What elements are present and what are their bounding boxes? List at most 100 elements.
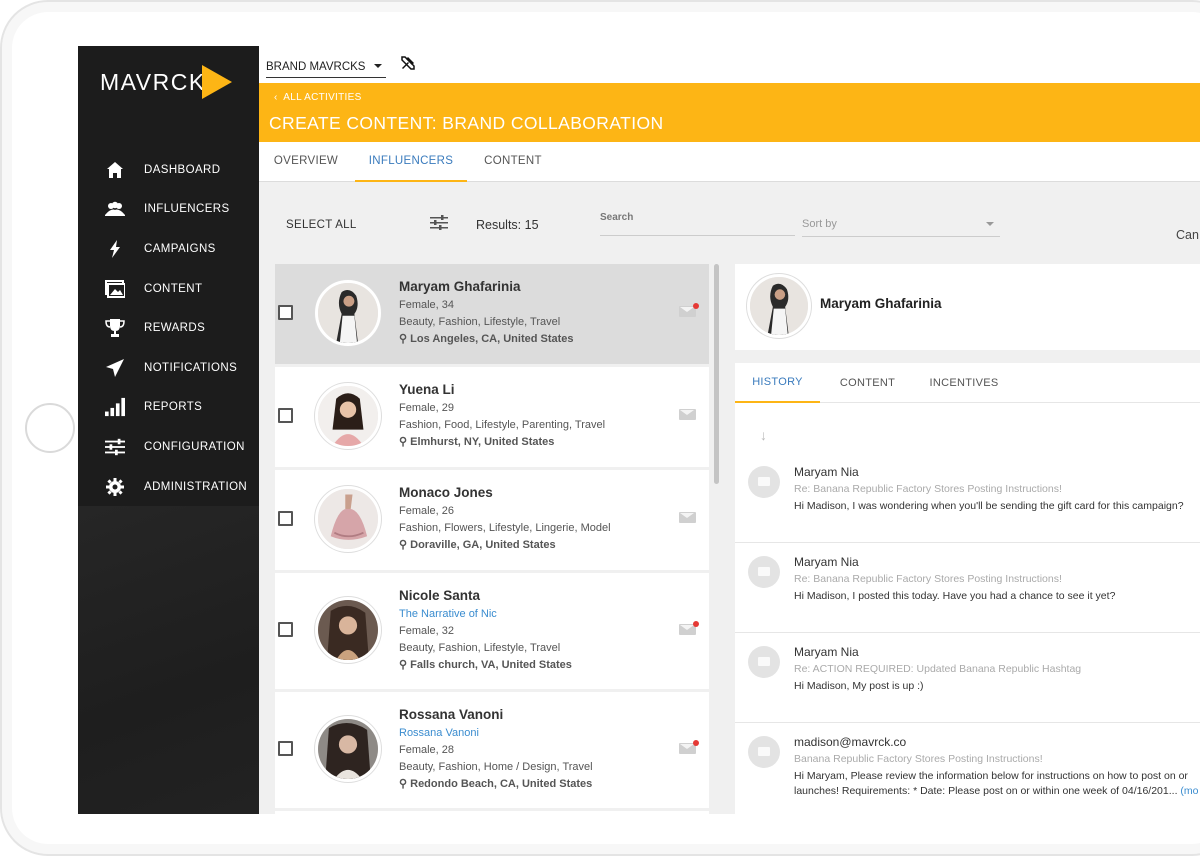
lightning-icon [105, 239, 125, 259]
sidebar-item-reports[interactable]: REPORTS [78, 388, 259, 428]
sidebar-item-label: DASHBOARD [144, 163, 221, 176]
brand-select-value: BRAND MAVRCKS [266, 60, 366, 73]
home-icon [105, 160, 125, 180]
message-body: Hi Maryam, Please review the information… [794, 770, 1188, 782]
sidebar-item-administration[interactable]: ADMINISTRATION [78, 467, 259, 507]
sidebar-item-label: CONFIGURATION [144, 440, 245, 453]
influencer-categories: Beauty, Fashion, Home / Design, Travel [399, 761, 593, 773]
influencer-checkbox[interactable] [278, 622, 293, 637]
message-sender: madison@mavrck.co [794, 735, 907, 749]
message-item[interactable]: Maryam Nia Re: Banana Republic Factory S… [735, 453, 1200, 543]
page-title: CREATE CONTENT: BRAND COLLABORATION [269, 113, 664, 133]
tab-history[interactable]: HISTORY [735, 363, 820, 403]
sidebar-item-notifications[interactable]: NOTIFICATIONS [78, 348, 259, 388]
sort-select[interactable]: Sort by [802, 209, 1000, 237]
sidebar-item-dashboard[interactable]: DASHBOARD [78, 150, 259, 190]
back-link-label: ALL ACTIVITIES [283, 92, 362, 103]
avatar [315, 486, 381, 552]
influencer-location: ⚲ Elmhurst, NY, United States [399, 435, 554, 448]
influencer-checkbox[interactable] [278, 511, 293, 526]
filter-sliders-icon[interactable] [430, 215, 448, 233]
influencer-checkbox[interactable] [278, 408, 293, 423]
paper-plane-icon [105, 358, 125, 378]
influencer-card[interactable]: Monaco Jones Female, 26 Fashion, Flowers… [275, 470, 709, 570]
influencer-location: ⚲ Redondo Beach, CA, United States [399, 777, 592, 790]
mail-icon[interactable] [679, 740, 699, 754]
unread-dot [693, 621, 699, 627]
message-sender: Maryam Nia [794, 555, 859, 569]
tools-icon[interactable] [401, 56, 415, 73]
select-all-button[interactable]: SELECT ALL [286, 219, 357, 231]
scrollbar-thumb[interactable] [714, 264, 719, 484]
tab-incentives[interactable]: INCENTIVES [919, 363, 1009, 403]
detail-tabs: HISTORY CONTENT INCENTIVES [735, 363, 1200, 403]
profile-name: Maryam Ghafarinia [820, 296, 942, 311]
message-body: Hi Madison, My post is up :) [794, 680, 924, 692]
message-item[interactable]: madison@mavrck.co Banana Republic Factor… [735, 723, 1200, 814]
tab-content[interactable]: CONTENT [477, 142, 549, 180]
sidebar-item-configuration[interactable]: CONFIGURATION [78, 427, 259, 467]
influencer-location: ⚲ Los Angeles, CA, United States [399, 332, 574, 345]
message-body: Hi Madison, I posted this today. Have yo… [794, 590, 1116, 602]
people-icon [105, 199, 125, 219]
mail-icon[interactable] [679, 512, 696, 523]
influencer-blog-link[interactable]: Rossana Vanoni [399, 727, 479, 739]
back-link[interactable]: ‹ ALL ACTIVITIES [274, 92, 362, 103]
envelope-icon [748, 646, 780, 678]
sort-select-placeholder: Sort by [802, 218, 837, 230]
mail-icon[interactable] [679, 621, 699, 635]
influencer-categories: Fashion, Flowers, Lifestyle, Lingerie, M… [399, 522, 611, 534]
caret-down-icon [986, 222, 994, 226]
tab-overview[interactable]: OVERVIEW [267, 142, 345, 180]
influencer-card[interactable]: Yuena Li Female, 29 Fashion, Food, Lifes… [275, 367, 709, 467]
brand-select[interactable]: BRAND MAVRCKS [266, 56, 386, 78]
sidebar-item-campaigns[interactable]: CAMPAIGNS [78, 229, 259, 269]
cancel-button[interactable]: Can [1176, 228, 1199, 242]
influencer-gender-age: Female, 26 [399, 505, 455, 517]
message-subject: Banana Republic Factory Stores Posting I… [794, 753, 1043, 765]
tab-content[interactable]: CONTENT [828, 363, 907, 403]
sidebar-item-content[interactable]: CONTENT [78, 269, 259, 309]
influencer-location: ⚲ Falls church, VA, United States [399, 658, 572, 671]
sidebar-item-label: NOTIFICATIONS [144, 361, 238, 374]
influencer-card[interactable]: Maryam Ghafarinia Female, 34 Beauty, Fas… [275, 264, 709, 364]
sidebar-item-rewards[interactable]: REWARDS [78, 308, 259, 348]
list-toolbar: SELECT ALL Results: 15 Sort by Can [259, 182, 1200, 264]
sort-direction-arrow-icon[interactable]: ↓ [760, 427, 767, 443]
sidebar-item-influencers[interactable]: INFLUENCERS [78, 190, 259, 230]
message-item[interactable]: Maryam Nia Re: ACTION REQUIRED: Updated … [735, 633, 1200, 723]
avatar [747, 274, 811, 338]
influencer-card[interactable]: Nicole Santa The Narrative of Nic Female… [275, 573, 709, 689]
tab-influencers[interactable]: INFLUENCERS [355, 142, 467, 182]
influencer-checkbox[interactable] [278, 305, 293, 320]
mail-icon[interactable] [679, 303, 699, 317]
influencer-card[interactable]: Rossana Vanoni Rossana Vanoni Female, 28… [275, 692, 709, 808]
sidebar-item-label: REWARDS [144, 322, 206, 335]
influencer-card[interactable] [275, 811, 709, 814]
influencer-name: Maryam Ghafarinia [399, 279, 521, 294]
envelope-icon [748, 466, 780, 498]
influencer-list: Maryam Ghafarinia Female, 34 Beauty, Fas… [275, 264, 709, 814]
mavrck-logo[interactable]: MAVRCK [100, 64, 232, 100]
app-screen: MAVRCK DASHBOARD INFLUENCERS CAMPAIGNS C… [78, 46, 1200, 814]
mail-icon[interactable] [679, 409, 696, 420]
selected-profile-card: Maryam Ghafarinia [735, 264, 1200, 350]
top-bar: BRAND MAVRCKS [259, 46, 1200, 83]
influencer-blog-link[interactable]: The Narrative of Nic [399, 608, 497, 620]
sliders-icon [105, 437, 125, 457]
list-scrollbar[interactable] [713, 264, 721, 814]
unread-dot [693, 740, 699, 746]
sidebar-item-label: INFLUENCERS [144, 203, 230, 216]
message-item[interactable]: Maryam Nia Re: Banana Republic Factory S… [735, 543, 1200, 633]
influencer-gender-age: Female, 32 [399, 625, 455, 637]
trophy-icon [105, 318, 125, 338]
sidebar-background-texture [78, 506, 259, 814]
page-header: ‹ ALL ACTIVITIES CREATE CONTENT: BRAND C… [259, 83, 1200, 142]
search-input[interactable] [600, 208, 795, 236]
influencer-checkbox[interactable] [278, 741, 293, 756]
influencer-name: Monaco Jones [399, 485, 493, 500]
read-more-link[interactable]: (mo [1180, 785, 1198, 797]
influencer-categories: Beauty, Fashion, Lifestyle, Travel [399, 316, 561, 328]
influencer-gender-age: Female, 34 [399, 299, 455, 311]
message-subject: Re: ACTION REQUIRED: Updated Banana Repu… [794, 663, 1082, 675]
